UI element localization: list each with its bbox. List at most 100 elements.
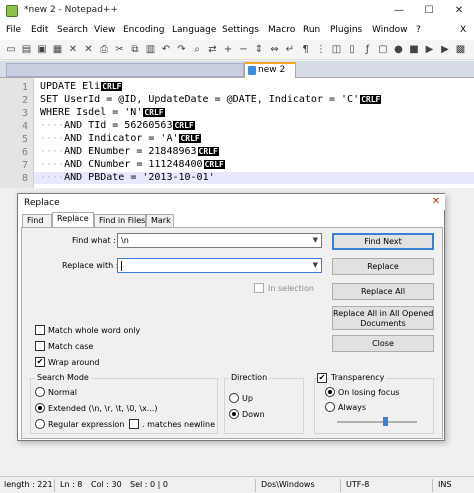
document-icon <box>248 66 256 75</box>
matches-newline-label: . matches newline <box>142 420 215 429</box>
word-wrap-icon[interactable]: ↵ <box>283 43 297 57</box>
undo-icon[interactable]: ↶ <box>159 43 173 57</box>
normal-label: Normal <box>48 388 77 397</box>
window-title: *new 2 - Notepad++ <box>24 5 118 15</box>
chevron-down-icon[interactable]: ▼ <box>313 259 318 272</box>
check-icon: ✔ <box>318 373 326 382</box>
print-icon[interactable]: ⎙ <box>97 43 111 57</box>
line-number: 7 <box>21 160 28 171</box>
indent-guide: ···· <box>40 172 65 183</box>
maximize-button[interactable]: ☐ <box>414 0 444 22</box>
normal-radio[interactable] <box>35 387 45 397</box>
code-line[interactable]: ····AND ENumber = 21848963 CRLF <box>40 146 219 158</box>
up-label: Up <box>242 394 253 403</box>
tab-replace[interactable]: Replace <box>52 212 94 227</box>
code-line[interactable]: ····AND Indicator = 'A' CRLF <box>40 133 201 145</box>
stop-icon[interactable]: ■ <box>407 43 421 57</box>
all-chars-icon[interactable]: ¶ <box>299 43 313 57</box>
status-insert-mode: INS <box>438 480 452 489</box>
play-icon[interactable]: ▶ <box>423 43 437 57</box>
match-whole-word-checkbox[interactable] <box>35 325 45 335</box>
menu-language[interactable]: Language <box>172 25 216 35</box>
replace-all-in-all-opened-documents-button[interactable]: Replace All in All Opened Documents <box>332 306 434 330</box>
tab-new-2[interactable]: new 2 <box>244 62 296 78</box>
close-all-icon[interactable]: ✕ <box>82 43 96 57</box>
save-all-icon[interactable]: ▦ <box>51 43 65 57</box>
sync-v-icon[interactable]: ⇕ <box>252 43 266 57</box>
transparency-checkbox[interactable]: ✔ <box>317 373 327 383</box>
transparency-group: ✔ Transparency On losing focus Always <box>314 373 434 434</box>
close-window-button[interactable]: ✕ <box>444 0 474 22</box>
menu-file[interactable]: File <box>6 25 21 35</box>
save-macro-icon[interactable]: ▩ <box>454 43 468 57</box>
code-line[interactable]: ····AND PBDate = '2013-10-01' <box>34 172 474 184</box>
function-list-icon[interactable]: ƒ <box>361 43 375 57</box>
find-next-button[interactable]: Find Next <box>332 233 434 250</box>
wrap-around-checkbox[interactable]: ✔ <box>35 357 45 367</box>
menu-macro[interactable]: Macro <box>268 25 295 35</box>
open-file-icon[interactable]: ▤ <box>20 43 34 57</box>
code-line[interactable]: SET UserId = @ID, UpdateDate = @DATE, In… <box>40 94 382 106</box>
close-button[interactable]: Close <box>332 335 434 352</box>
play-multi-icon[interactable]: ▶ <box>438 43 452 57</box>
down-radio[interactable] <box>229 409 239 419</box>
zoom-in-icon[interactable]: + <box>221 43 235 57</box>
text-caret <box>121 260 122 271</box>
replace-icon[interactable]: ⇄ <box>206 43 220 57</box>
replace-with-input[interactable]: ▼ <box>117 258 322 273</box>
doc-map-icon[interactable]: ▯ <box>345 43 359 57</box>
replace-button[interactable]: Replace <box>332 258 434 275</box>
transparency-slider-thumb[interactable] <box>383 417 388 426</box>
match-case-checkbox[interactable] <box>35 341 45 351</box>
minimize-button[interactable]: — <box>384 0 414 22</box>
menu-edit[interactable]: Edit <box>31 25 48 35</box>
menu-run[interactable]: Run <box>303 25 320 35</box>
dialog-close-button[interactable]: ✕ <box>427 194 445 210</box>
on-losing-focus-radio[interactable] <box>325 387 335 397</box>
code-line[interactable]: WHERE Isdel = 'N' CRLF <box>40 107 165 119</box>
indent-guide: ···· <box>40 133 65 144</box>
code-line[interactable]: UPDATE Eli CRLF <box>40 81 123 93</box>
copy-icon[interactable]: ⧉ <box>128 43 142 57</box>
editor[interactable]: 12345678 UPDATE Eli CRLF SET UserId = @ID,… <box>0 78 474 188</box>
menu-window[interactable]: Window <box>372 25 408 35</box>
close-document-button[interactable]: X <box>460 25 466 35</box>
matches-newline-checkbox[interactable] <box>129 419 139 429</box>
zoom-out-icon[interactable]: − <box>237 43 251 57</box>
up-radio[interactable] <box>229 393 239 403</box>
indent-guide-icon[interactable]: ⋮ <box>314 43 328 57</box>
chevron-down-icon[interactable]: ▼ <box>313 234 318 247</box>
save-icon[interactable]: ▣ <box>35 43 49 57</box>
menu-plugins[interactable]: Plugins <box>330 25 362 35</box>
code-line[interactable]: ····AND TId = 56260563 CRLF <box>40 120 195 132</box>
crlf-marker: CRLF <box>173 121 195 130</box>
menu-encoding[interactable]: Encoding <box>123 25 164 35</box>
tab-mark[interactable]: Mark <box>146 214 174 227</box>
paste-icon[interactable]: ▥ <box>144 43 158 57</box>
user-lang-icon[interactable]: ◫ <box>330 43 344 57</box>
transparency-slider-track[interactable] <box>337 421 417 423</box>
folder-workspace-icon[interactable]: ▢ <box>376 43 390 57</box>
regex-radio[interactable] <box>35 419 45 429</box>
menu-help[interactable]: ? <box>416 25 421 35</box>
menu-view[interactable]: View <box>94 25 115 35</box>
dialog-body: Find what : \n ▼ Replace with : ▼ In sel… <box>21 227 443 439</box>
menu-settings[interactable]: Settings <box>222 25 259 35</box>
find-icon[interactable]: ⌕ <box>190 43 204 57</box>
find-what-input[interactable]: \n ▼ <box>117 233 322 248</box>
dialog-title: Replace <box>24 198 60 208</box>
code-line[interactable]: ····AND CNumber = 111248400 CRLF <box>40 159 225 171</box>
tab-find[interactable]: Find <box>22 214 52 227</box>
replace-all-button[interactable]: Replace All <box>332 283 434 300</box>
tab-find-in-files[interactable]: Find in Files <box>94 214 146 227</box>
redo-icon[interactable]: ↷ <box>175 43 189 57</box>
menu-search[interactable]: Search <box>57 25 88 35</box>
close-icon[interactable]: ✕ <box>66 43 80 57</box>
extended-radio[interactable] <box>35 403 45 413</box>
sync-h-icon[interactable]: ⇔ <box>268 43 282 57</box>
cut-icon[interactable]: ✂ <box>113 43 127 57</box>
always-radio[interactable] <box>325 402 335 412</box>
new-file-icon[interactable]: ▭ <box>4 43 18 57</box>
record-icon[interactable]: ● <box>392 43 406 57</box>
in-selection-checkbox[interactable] <box>254 283 264 293</box>
